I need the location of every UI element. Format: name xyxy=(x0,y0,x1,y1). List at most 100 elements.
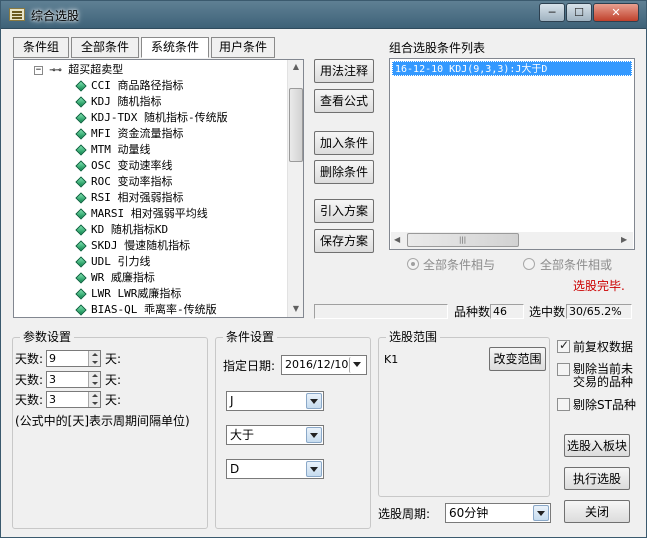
import-scheme-button[interactable]: 引入方案 xyxy=(314,199,374,223)
tab-user-conditions[interactable]: 用户条件 xyxy=(211,37,275,58)
tree-item-label: KDJ 随机指标 xyxy=(91,95,162,108)
param-2-unit: 天: xyxy=(105,373,122,387)
add-condition-button[interactable]: 加入条件 xyxy=(314,131,374,155)
hscroll-thumb[interactable]: ||| xyxy=(407,233,519,247)
checkbox-exclude-untraded[interactable] xyxy=(557,363,570,376)
checkbox-exclude-st[interactable] xyxy=(557,398,570,411)
spinner-icon[interactable] xyxy=(88,392,100,407)
tree-scrollbar[interactable]: ▲ ▼ xyxy=(287,60,303,317)
range-value: K1 xyxy=(384,353,399,366)
param-3-input[interactable]: 3 xyxy=(46,391,101,408)
list-hscrollbar[interactable]: ◀ ||| ▶ xyxy=(391,232,633,249)
tree-item-label: MFI 资金流量指标 xyxy=(91,127,184,140)
window-title: 综合选股 xyxy=(31,9,80,23)
indicator-icon xyxy=(75,96,87,108)
date-label: 指定日期: xyxy=(223,359,276,373)
param-1-input[interactable]: 9 xyxy=(46,350,101,367)
tree-item-label: KDJ-TDX 随机指标-传统版 xyxy=(91,111,228,124)
indicator-icon xyxy=(75,176,87,188)
indicator-icon xyxy=(75,208,87,220)
forward-adjusted-label: 前复权数据 xyxy=(573,340,634,354)
condition-list-title: 组合选股条件列表 xyxy=(389,41,486,55)
condition-list[interactable]: 16-12-10 KDJ(9,3,3):J大于D ◀ ||| ▶ xyxy=(389,58,635,250)
scroll-up-icon[interactable]: ▲ xyxy=(289,62,303,71)
tree-item-label: ROC 变动率指标 xyxy=(91,175,173,188)
radio-all-or[interactable] xyxy=(523,258,535,270)
radio-all-or-label: 全部条件相或 xyxy=(540,258,613,272)
add-to-block-button[interactable]: 选股入板块 xyxy=(564,434,630,457)
maximize-button[interactable]: ☐ xyxy=(566,3,592,22)
count-value: 46 xyxy=(490,304,524,319)
dialog-window: 综合选股 ─ ☐ ✕ 条件组 全部条件 系统条件 用户条件 − ⊸⊸ 超买超卖型… xyxy=(0,0,647,538)
spinner-icon[interactable] xyxy=(88,372,100,387)
tree-item-label: MTM 动量线 xyxy=(91,143,151,156)
scroll-left-icon[interactable]: ◀ xyxy=(394,235,400,244)
tab-condition-group[interactable]: 条件组 xyxy=(13,37,69,58)
tree-item-label: OSC 变动速率线 xyxy=(91,159,173,172)
exclude-untraded-label: 剔除当前未交易的品种 xyxy=(573,362,634,389)
collapse-icon[interactable]: − xyxy=(34,65,43,75)
tree-item-label: KD 随机指标KD xyxy=(91,223,169,236)
indicator-icon xyxy=(75,224,87,236)
tree-item-label: RSI 相对强弱指标 xyxy=(91,191,184,204)
indicator-icon xyxy=(75,272,87,284)
dropdown-icon[interactable] xyxy=(349,357,365,373)
params-title: 参数设置 xyxy=(20,330,75,344)
close-button[interactable]: 关闭 xyxy=(564,500,630,523)
chevron-down-icon[interactable] xyxy=(306,461,322,477)
check-icon: ✓ xyxy=(559,338,570,352)
indicator-icon xyxy=(75,80,87,92)
usage-notes-button[interactable]: 用法注释 xyxy=(314,59,374,83)
checkbox-forward-adjusted[interactable]: ✓ xyxy=(557,338,570,353)
tab-system-conditions[interactable]: 系统条件 xyxy=(141,37,209,58)
list-item[interactable]: 16-12-10 KDJ(9,3,3):J大于D xyxy=(392,61,632,76)
tree-root[interactable]: − ⊸⊸ 超买超卖型 xyxy=(34,62,123,78)
chevron-down-icon[interactable] xyxy=(533,505,549,521)
indicator-icon xyxy=(75,288,87,300)
param-note: (公式中的[天]表示周期间隔单位) xyxy=(15,414,190,428)
chevron-down-icon[interactable] xyxy=(306,427,322,443)
param-3-unit: 天: xyxy=(105,393,122,407)
tree-item-label: CCI 商品路径指标 xyxy=(91,79,184,92)
date-picker[interactable]: 2016/12/10 xyxy=(281,355,367,375)
title-bar[interactable]: 综合选股 ─ ☐ ✕ xyxy=(1,1,646,29)
minimize-button[interactable]: ─ xyxy=(539,3,565,22)
key-icon: ⊸⊸ xyxy=(49,65,62,76)
period-select[interactable]: 60分钟 xyxy=(445,503,551,523)
indicator-icon xyxy=(75,160,87,172)
indicator-icon xyxy=(75,112,87,124)
param-1-label: 天数: xyxy=(15,352,44,366)
change-range-button[interactable]: 改变范围 xyxy=(489,347,546,371)
target-select[interactable]: D xyxy=(226,459,324,479)
condition-tree[interactable]: − ⊸⊸ 超买超卖型 CCI 商品路径指标 KDJ 随机指标 KDJ-TDX 随机指… xyxy=(13,59,304,318)
tree-item-label: MARSI 相对强弱平均线 xyxy=(91,207,208,220)
selected-label: 选中数 xyxy=(529,305,566,319)
scroll-down-icon[interactable]: ▼ xyxy=(289,304,303,313)
scroll-right-icon[interactable]: ▶ xyxy=(621,235,627,244)
run-selection-button[interactable]: 执行选股 xyxy=(564,467,630,490)
period-label: 选股周期: xyxy=(378,507,431,521)
tab-all-conditions[interactable]: 全部条件 xyxy=(71,37,139,58)
scroll-thumb[interactable] xyxy=(289,88,303,162)
param-3-label: 天数: xyxy=(15,393,44,407)
count-label: 品种数 xyxy=(454,305,491,319)
view-formula-button[interactable]: 查看公式 xyxy=(314,89,374,113)
indicator-icon xyxy=(75,240,87,252)
tree-item-label: LWR LWR威廉指标 xyxy=(91,287,182,300)
exclude-st-label: 剔除ST品种 xyxy=(573,398,636,412)
spinner-icon[interactable] xyxy=(88,351,100,366)
save-scheme-button[interactable]: 保存方案 xyxy=(314,229,374,253)
selected-value: 30/65.2% xyxy=(566,304,632,319)
close-window-button[interactable]: ✕ xyxy=(593,3,639,22)
radio-all-and[interactable] xyxy=(407,258,419,270)
indicator-icon xyxy=(75,192,87,204)
param-2-input[interactable]: 3 xyxy=(46,371,101,388)
range-title: 选股范围 xyxy=(386,330,441,344)
chevron-down-icon[interactable] xyxy=(306,393,322,409)
condition-title: 条件设置 xyxy=(223,330,278,344)
param-1-unit: 天: xyxy=(105,352,122,366)
line-select[interactable]: J xyxy=(226,391,324,411)
operator-select[interactable]: 大于 xyxy=(226,425,324,445)
delete-condition-button[interactable]: 删除条件 xyxy=(314,160,374,184)
tree-item-label: WR 威廉指标 xyxy=(91,271,155,284)
